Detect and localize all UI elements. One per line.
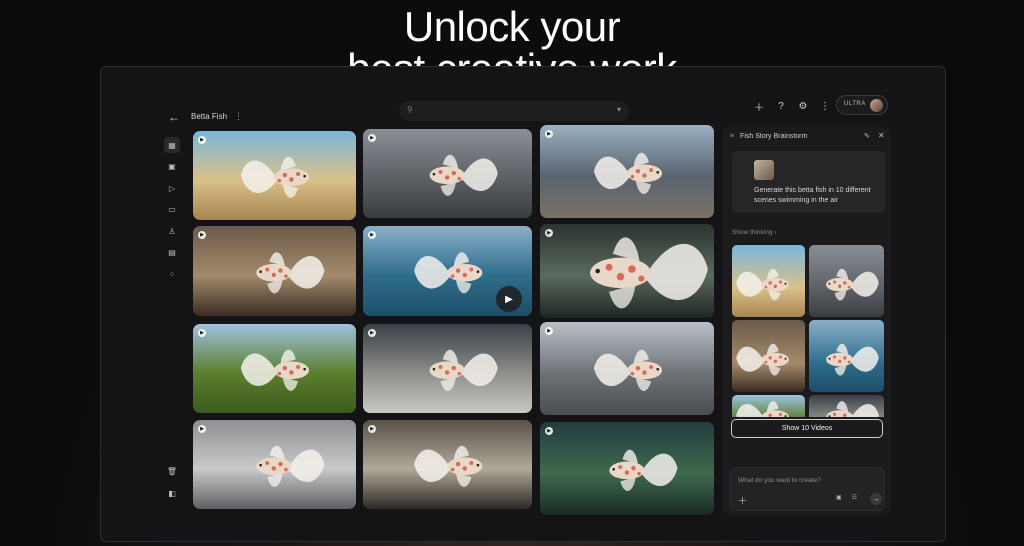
- app-window: ← Betta Fish ⋮ ⚲ ▾ ＋ ? ⚙ ⋮ ULTRA ▦ ▣ ▷ ▭ ♙ ▤ ⁘…: [100, 66, 946, 542]
- prompt-message: Generate this betta fish in 10 different…: [732, 151, 886, 213]
- results-grid: [732, 245, 884, 417]
- prompt-text: Generate this betta fish in 10 different…: [754, 187, 871, 204]
- top-actions: ＋ ? ⚙ ⋮: [753, 99, 831, 114]
- add-attachment-icon[interactable]: ＋: [738, 494, 747, 507]
- send-arrow-icon[interactable]: →: [870, 493, 882, 505]
- grid-tile-aquarium[interactable]: ▶: [540, 422, 714, 515]
- plan-badge: ULTRA: [844, 101, 866, 107]
- video-badge-icon: ▶: [368, 134, 376, 142]
- menu-icon[interactable]: ≡: [730, 133, 734, 140]
- trash-icon[interactable]: 🗑: [164, 463, 180, 479]
- result-thumbnail[interactable]: [809, 395, 884, 417]
- grid-tile-car[interactable]: ▶: [193, 420, 356, 509]
- search-input[interactable]: [421, 104, 601, 118]
- grid-tile-lawn[interactable]: ▶: [193, 324, 356, 413]
- grid-tile-mirror-street[interactable]: ▶: [363, 129, 532, 218]
- result-thumbnail[interactable]: [732, 245, 805, 317]
- fish-illustration: [240, 156, 310, 198]
- play-button-icon[interactable]: ▶: [496, 286, 522, 312]
- search-bar[interactable]: ⚲ ▾: [399, 101, 629, 121]
- video-badge-icon: ▶: [545, 427, 553, 435]
- grid-tile-sushi-counter[interactable]: ▶: [193, 226, 356, 316]
- fish-illustration: [256, 252, 325, 294]
- image-tool-icon[interactable]: ▣: [836, 494, 842, 501]
- image-icon[interactable]: ▣: [164, 159, 180, 175]
- fish-illustration: [593, 152, 663, 194]
- show-videos-button[interactable]: Show 10 Videos: [731, 419, 883, 438]
- video-badge-icon: ▶: [368, 329, 376, 337]
- composer: ＋ ▣ ☷ →: [729, 467, 885, 511]
- video-badge-icon: ▶: [198, 329, 206, 337]
- help-icon[interactable]: ?: [775, 101, 787, 112]
- calendar-icon[interactable]: ▭: [164, 202, 180, 218]
- fish-illustration: [429, 349, 498, 391]
- grid-icon[interactable]: ▦: [164, 137, 180, 153]
- result-thumbnail[interactable]: [732, 320, 805, 392]
- fish-illustration: [826, 268, 879, 301]
- more-vert-icon[interactable]: ⋮: [234, 111, 243, 122]
- grid-tile-harbor-wall[interactable]: ▶: [540, 125, 714, 218]
- settings-icon[interactable]: ⚙: [797, 101, 809, 112]
- filter-icon[interactable]: ▾: [617, 105, 621, 114]
- fish-illustration: [414, 445, 483, 487]
- grid-tile-table[interactable]: ▶: [363, 420, 532, 509]
- video-badge-icon: ▶: [545, 130, 553, 138]
- grid-tile-balcony[interactable]: ▶: [540, 322, 714, 415]
- grid-tile-ocean[interactable]: ▶ ▶: [363, 226, 532, 316]
- prompt-input[interactable]: [738, 474, 878, 486]
- back-arrow-icon[interactable]: ←: [168, 110, 180, 124]
- fish-illustration: [429, 154, 498, 196]
- fish-illustration: [256, 445, 325, 487]
- fish-illustration: [240, 349, 310, 391]
- result-thumbnail[interactable]: [809, 245, 884, 317]
- chat-panel: ≡ Fish Story Brainstorm ✎ ✕ Generate thi…: [722, 127, 891, 515]
- video-badge-icon: ▶: [198, 136, 206, 144]
- folder-icon[interactable]: ▤: [164, 245, 180, 261]
- video-icon[interactable]: ▷: [164, 180, 180, 196]
- fish-illustration: [609, 449, 678, 491]
- panel-icon[interactable]: ◧: [164, 485, 180, 501]
- show-thinking-link[interactable]: Show thinking ›: [732, 229, 776, 236]
- add-icon[interactable]: ＋: [753, 99, 765, 114]
- panel-header: ≡ Fish Story Brainstorm: [730, 133, 807, 140]
- fish-illustration: [593, 349, 663, 391]
- person-icon[interactable]: ♙: [164, 223, 180, 239]
- video-badge-icon: ▶: [368, 425, 376, 433]
- fish-illustration: [736, 401, 789, 417]
- grid-tile-closeup[interactable]: ▶: [540, 224, 714, 318]
- fish-illustration: [736, 268, 789, 301]
- composer-tools: ▣ ☷: [836, 494, 857, 501]
- edit-icon[interactable]: ✎: [864, 132, 870, 140]
- more-icon[interactable]: ⋮: [819, 101, 831, 112]
- fish-illustration: [736, 343, 789, 376]
- fish-illustration: [826, 343, 879, 376]
- grid-tile-beach[interactable]: ▶: [193, 131, 356, 220]
- sidebar-rail: ▦ ▣ ▷ ▭ ♙ ▤ ⁘: [164, 137, 182, 288]
- avatar: [870, 99, 883, 112]
- panel-title: Fish Story Brainstorm: [740, 133, 808, 140]
- grid-tile-market[interactable]: ▶: [363, 324, 532, 413]
- hero-line-1: Unlock your: [403, 3, 621, 50]
- search-icon: ⚲: [407, 105, 413, 114]
- sidebar-rail-bottom: 🗑 ◧: [164, 463, 180, 507]
- fish-illustration: [590, 237, 708, 309]
- video-badge-icon: ▶: [198, 425, 206, 433]
- video-badge-icon: ▶: [368, 231, 376, 239]
- video-badge-icon: ▶: [198, 231, 206, 239]
- account-button[interactable]: ULTRA: [836, 95, 888, 115]
- fish-illustration: [826, 401, 879, 417]
- video-badge-icon: ▶: [545, 229, 553, 237]
- settings-sliders-icon[interactable]: ☷: [852, 494, 857, 501]
- result-thumbnail[interactable]: [809, 320, 884, 392]
- project-title: Betta Fish: [191, 112, 228, 121]
- video-badge-icon: ▶: [545, 327, 553, 335]
- result-thumbnail[interactable]: [732, 395, 805, 417]
- close-icon[interactable]: ✕: [878, 131, 885, 140]
- apps-icon[interactable]: ⁘: [164, 267, 180, 283]
- reference-image-thumbnail[interactable]: [754, 160, 774, 180]
